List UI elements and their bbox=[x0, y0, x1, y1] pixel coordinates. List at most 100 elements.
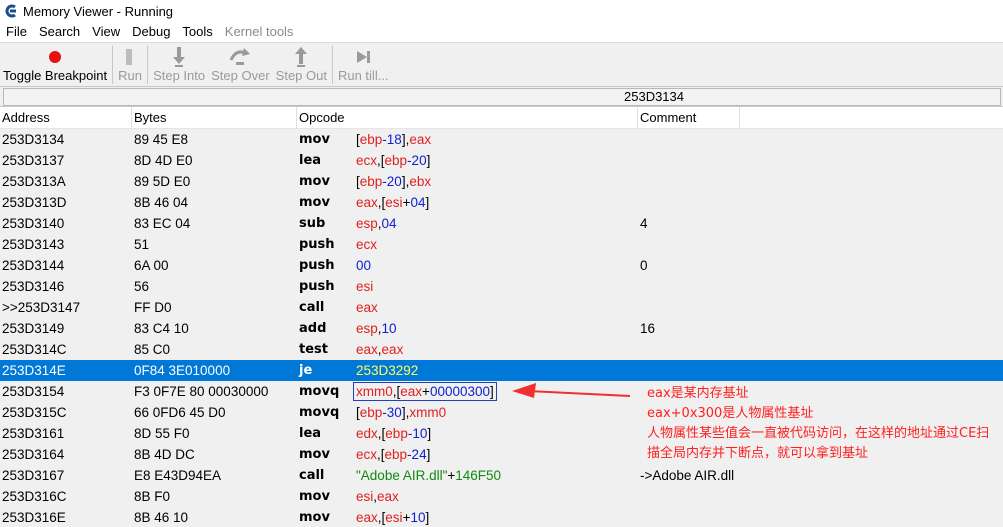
row-operands: esi,eax bbox=[356, 486, 399, 507]
row-opcode: mov bbox=[299, 174, 330, 189]
row-opcode: call bbox=[299, 468, 325, 483]
row-address: 253D3144 bbox=[2, 258, 65, 273]
row-bytes: 66 0FD6 45 D0 bbox=[134, 405, 226, 420]
table-row[interactable]: 253D316E 8B 46 10 mov eax,[esi+10] bbox=[0, 507, 1003, 527]
operand-token: ebp bbox=[384, 447, 408, 462]
operand-token: esi bbox=[385, 195, 403, 210]
table-row[interactable]: 253D3137 8D 4D E0 lea ecx,[ebp-20] bbox=[0, 150, 1003, 171]
disassembly-header: Address Bytes Opcode Comment bbox=[0, 107, 1003, 129]
step-into-button[interactable]: Step Into bbox=[150, 43, 208, 87]
row-bytes: FF D0 bbox=[134, 300, 172, 315]
row-opcode: mov bbox=[299, 132, 330, 147]
row-comment: 0 bbox=[640, 258, 648, 273]
row-address: 253D3167 bbox=[2, 468, 65, 483]
row-comment: ->Adobe AIR.dll bbox=[640, 468, 735, 483]
breakpoint-dot-icon bbox=[43, 46, 67, 68]
operand-token: ebp bbox=[384, 153, 408, 168]
operand-token: ebx bbox=[409, 174, 432, 189]
row-operands: esp,10 bbox=[356, 318, 397, 339]
menu-tools[interactable]: Tools bbox=[176, 22, 218, 42]
operand-token: ] bbox=[425, 195, 430, 210]
row-opcode: push bbox=[299, 279, 335, 294]
run-icon bbox=[118, 46, 142, 68]
row-opcode: movq bbox=[299, 384, 340, 399]
row-operands: eax,eax bbox=[356, 339, 403, 360]
table-row[interactable]: 253D3167 E8 E43D94EA call ->Adobe AIR.dll "A… bbox=[0, 465, 1003, 486]
operand-token: eax bbox=[377, 489, 399, 504]
row-operands: eax,[esi+04] bbox=[356, 192, 429, 213]
row-opcode: lea bbox=[299, 426, 322, 441]
row-operands: esi bbox=[356, 276, 373, 297]
annotation-note: eax是某内存基址 eax+0x300是人物属性基址 人物属性某些值会一直被代码访问… bbox=[647, 384, 1003, 464]
row-address: 253D3137 bbox=[2, 153, 65, 168]
operand-token: eax bbox=[381, 342, 404, 357]
table-row[interactable]: 253D314C 85 C0 test eax,eax bbox=[0, 339, 1003, 360]
row-bytes: 8D 4D E0 bbox=[134, 153, 193, 168]
row-opcode: test bbox=[299, 342, 328, 357]
operand-token: ebp bbox=[385, 426, 408, 441]
row-opcode: call bbox=[299, 300, 325, 315]
column-address[interactable]: Address bbox=[0, 107, 132, 129]
operand-token: 253D3292 bbox=[356, 363, 419, 378]
row-address: 253D3149 bbox=[2, 321, 65, 336]
table-row[interactable]: 253D3144 6A 00 push 0 00 bbox=[0, 255, 1003, 276]
menu-view[interactable]: View bbox=[86, 22, 126, 42]
row-bytes: 8D 55 F0 bbox=[134, 426, 190, 441]
table-row[interactable]: 253D314E 0F84 3E010000 je 253D3292 bbox=[0, 360, 1003, 381]
address-field[interactable]: 253D3134 bbox=[3, 88, 1001, 106]
row-opcode: mov bbox=[299, 447, 330, 462]
table-row[interactable]: 253D3146 56 push esi bbox=[0, 276, 1003, 297]
run-label: Run bbox=[118, 68, 142, 83]
column-bytes[interactable]: Bytes bbox=[132, 107, 297, 129]
step-out-label: Step Out bbox=[275, 68, 327, 83]
step-into-icon bbox=[167, 46, 191, 68]
address-bar: 253D3134 bbox=[0, 86, 1003, 107]
menu-search[interactable]: Search bbox=[33, 22, 86, 42]
row-bytes: 89 5D E0 bbox=[134, 174, 191, 189]
step-over-label: Step Over bbox=[211, 68, 270, 83]
row-operands: [ebp-20],ebx bbox=[356, 171, 431, 192]
row-operands: 253D3292 bbox=[356, 360, 418, 381]
operand-token: 146F50 bbox=[455, 468, 502, 483]
table-row[interactable]: 253D316C 8B F0 mov esi,eax bbox=[0, 486, 1003, 507]
table-row[interactable]: 253D313D 8B 46 04 mov eax,[esi+04] bbox=[0, 192, 1003, 213]
table-row[interactable]: 253D3143 51 push ecx bbox=[0, 234, 1003, 255]
row-address: 253D316E bbox=[2, 510, 66, 525]
row-bytes: 8B 46 04 bbox=[134, 195, 189, 210]
operand-token: eax bbox=[409, 132, 432, 147]
row-bytes: 51 bbox=[134, 237, 150, 252]
annotation-line: eax+0x300是人物属性基址 bbox=[647, 406, 814, 421]
menu-kernel-tools[interactable]: Kernel tools bbox=[219, 22, 300, 42]
toggle-breakpoint-button[interactable]: Toggle Breakpoint bbox=[0, 43, 110, 87]
operand-token: edx bbox=[356, 426, 378, 441]
column-opcode[interactable]: Opcode bbox=[297, 107, 638, 129]
run-till-button[interactable]: Run till... bbox=[335, 43, 392, 87]
step-over-button[interactable]: Step Over bbox=[208, 43, 273, 87]
operand-token: ebp bbox=[359, 132, 383, 147]
row-operands: ecx,[ebp-20] bbox=[356, 150, 430, 171]
table-row[interactable]: 253D3149 83 C4 10 add 16 esp,10 bbox=[0, 318, 1003, 339]
row-address: 253D313D bbox=[2, 195, 67, 210]
run-button[interactable]: Run bbox=[115, 43, 145, 87]
operand-token: -20 bbox=[382, 174, 402, 189]
row-operands: ecx bbox=[356, 234, 377, 255]
table-row[interactable]: 253D3134 89 45 E8 mov [ebp-18],eax bbox=[0, 129, 1003, 150]
row-bytes: 8B 4D DC bbox=[134, 447, 195, 462]
step-out-button[interactable]: Step Out bbox=[273, 43, 330, 87]
operand-token: ] bbox=[426, 153, 431, 168]
operand-token: esp bbox=[356, 321, 378, 336]
table-row[interactable]: 253D3140 83 EC 04 sub 4 esp,04 bbox=[0, 213, 1003, 234]
toolbar-separator bbox=[147, 46, 149, 84]
operand-token: -20 bbox=[407, 153, 427, 168]
toolbar-separator bbox=[112, 46, 114, 84]
step-into-label: Step Into bbox=[153, 68, 206, 83]
row-opcode: lea bbox=[299, 153, 322, 168]
menu-file[interactable]: File bbox=[0, 22, 33, 42]
column-comment[interactable]: Comment bbox=[638, 107, 740, 129]
annotation-line: 人物属性某些值会一直被代码访问，在这样的地址通过CE扫 bbox=[647, 426, 990, 441]
disassembly-list[interactable]: 253D3134 89 45 E8 mov [ebp-18],eax 253D3137 8… bbox=[0, 129, 1003, 527]
table-row[interactable]: 253D313A 89 5D E0 mov [ebp-20],ebx bbox=[0, 171, 1003, 192]
menu-debug[interactable]: Debug bbox=[126, 22, 176, 42]
table-row[interactable]: >>253D3147 FF D0 call eax bbox=[0, 297, 1003, 318]
run-till-icon bbox=[351, 46, 375, 68]
